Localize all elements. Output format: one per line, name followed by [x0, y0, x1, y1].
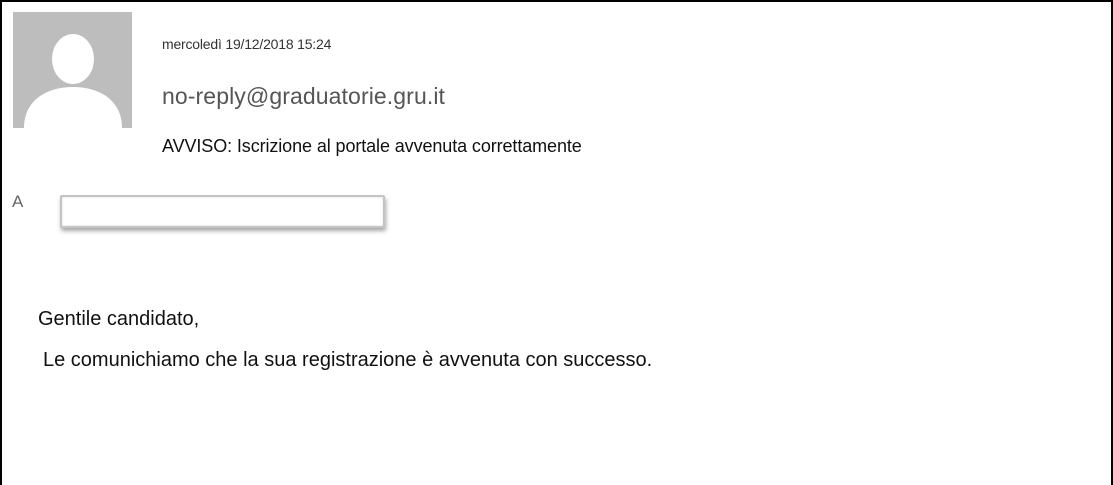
email-greeting: Gentile candidato,: [38, 308, 200, 330]
email-date: mercoledì 19/12/2018 15:24: [162, 36, 332, 52]
recipient-label: A: [12, 192, 24, 211]
sender-avatar: [13, 12, 132, 128]
user-placeholder-icon: [24, 34, 122, 128]
email-message: Le comunichiamo che la sua registrazione…: [43, 349, 653, 371]
email-window: mercoledì 19/12/2018 15:24 no-reply@grad…: [0, 0, 1113, 485]
recipient-field[interactable]: [60, 195, 385, 228]
sender-address[interactable]: no-reply@graduatorie.gru.it: [162, 83, 445, 110]
email-subject: AVVISO: Iscrizione al portale avvenuta c…: [162, 136, 582, 156]
